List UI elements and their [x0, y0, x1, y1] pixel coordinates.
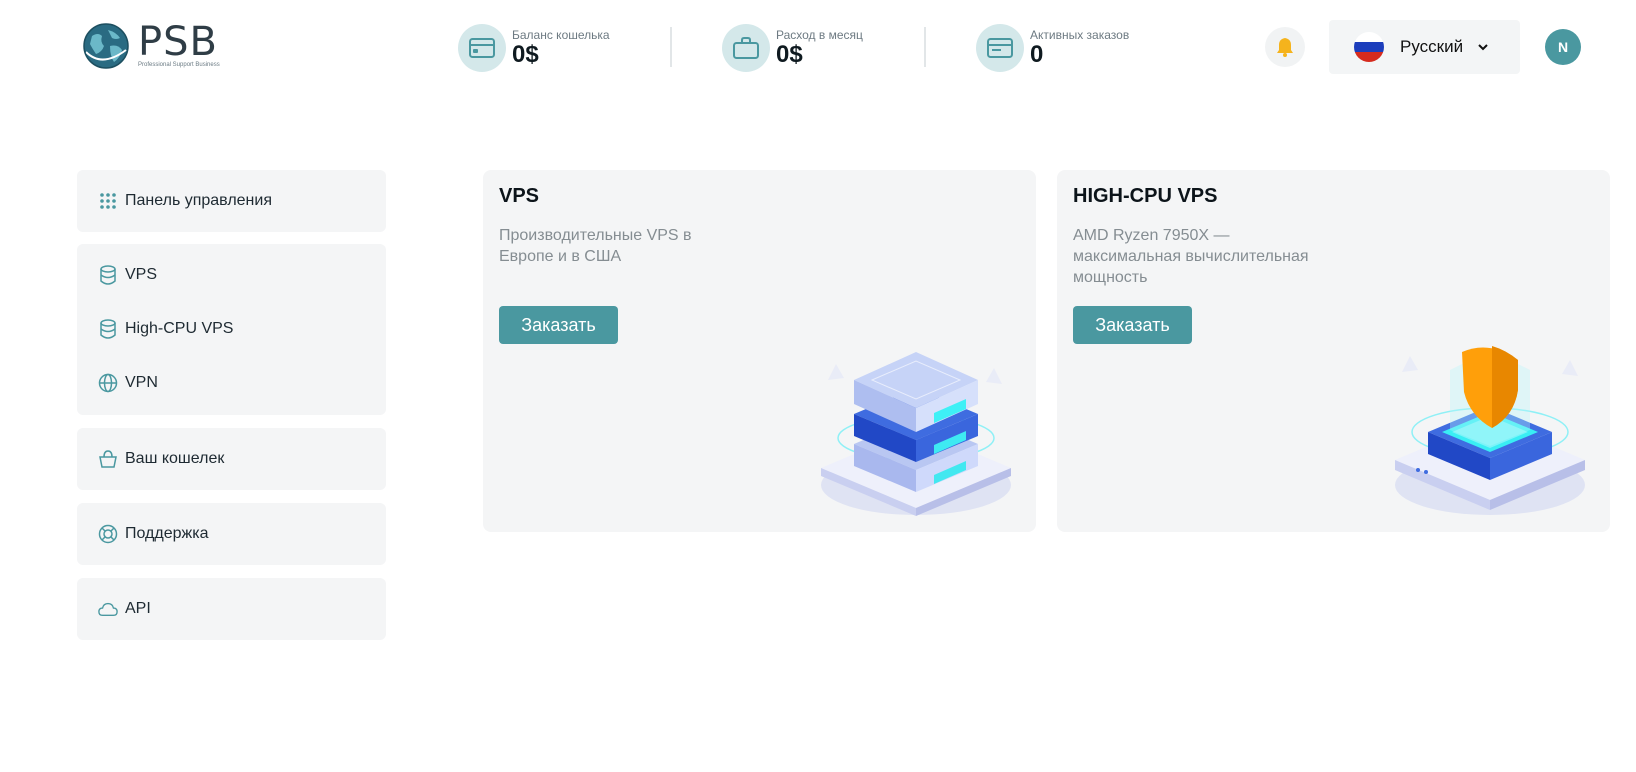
card-description: AMD Ryzen 7950X — максимальная вычислите… [1073, 227, 1309, 286]
stat-label: Баланс кошелька [512, 28, 610, 42]
stat-value: 0$ [776, 41, 803, 68]
product-card-vps: VPS Производительные VPS в Европе и в СШ… [483, 170, 1036, 532]
sidebar-item-label: VPN [125, 374, 158, 391]
stat-monthly-spend: Расход в месяц 0$ [722, 23, 863, 73]
sidebar-services-group: VPS High-CPU VPS VPN [77, 244, 386, 415]
sidebar-wallet-group: Ваш кошелек [77, 428, 386, 490]
globe-icon [98, 373, 118, 393]
sidebar-item-wallet[interactable]: Ваш кошелек [77, 432, 386, 486]
stat-divider [670, 27, 672, 67]
top-header: PSB Professional Support Business Баланс… [0, 0, 1636, 94]
sidebar-item-high-cpu-vps[interactable]: High-CPU VPS [77, 302, 386, 356]
product-card-high-cpu-vps: HIGH-CPU VPS AMD Ryzen 7950X — максималь… [1057, 170, 1610, 532]
stat-label: Расход в месяц [776, 28, 863, 42]
sidebar-item-label: Поддержка [125, 525, 209, 542]
sidebar-item-support[interactable]: Поддержка [77, 507, 386, 561]
language-label: Русский [1400, 37, 1464, 56]
database-icon [100, 265, 116, 285]
russia-flag-icon [1354, 32, 1384, 62]
order-vps-button[interactable]: Заказать [499, 306, 618, 344]
card-title: HIGH-CPU VPS [1073, 185, 1218, 207]
logo-tagline: Professional Support Business [138, 62, 220, 68]
sidebar-item-label: Ваш кошелек [125, 450, 225, 467]
sidebar-item-label: API [125, 600, 151, 617]
psb-logo[interactable]: PSB Professional Support Business [82, 20, 232, 72]
basket-icon [99, 450, 117, 468]
sidebar-item-label: Панель управления [125, 192, 272, 209]
stat-label: Активных заказов [1030, 28, 1130, 42]
lifebuoy-icon [98, 524, 118, 544]
shield-platform-illustration [1395, 346, 1585, 515]
cloud-icon [98, 602, 118, 617]
stat-wallet-balance: Баланс кошелька 0$ [458, 23, 610, 73]
sidebar-item-dashboard[interactable]: Панель управления [77, 174, 386, 228]
logo-word: PSB [138, 19, 218, 65]
stat-divider [924, 27, 926, 67]
server-stack-illustration [821, 352, 1011, 516]
database-icon [100, 319, 116, 339]
stat-active-orders: Активных заказов 0 [976, 23, 1129, 73]
sidebar-item-label: High-CPU VPS [125, 320, 234, 337]
sidebar-api-group: API [77, 578, 386, 640]
sidebar-item-api[interactable]: API [77, 582, 386, 636]
sidebar-item-label: VPS [125, 266, 158, 283]
bell-icon [1277, 38, 1293, 57]
language-select[interactable]: Русский [1329, 20, 1520, 74]
card-title: VPS [499, 185, 540, 207]
notifications-button[interactable] [1265, 27, 1305, 67]
credit-card-icon [469, 38, 495, 58]
sidebar-item-vpn[interactable]: VPN [77, 356, 386, 410]
briefcase-icon [733, 37, 759, 59]
grid-dots-icon [100, 193, 116, 209]
card-description: Производительные VPS в Европе и в США [499, 227, 692, 265]
sidebar-item-vps[interactable]: VPS [77, 248, 386, 302]
sidebar-support-group: Поддержка [77, 503, 386, 565]
user-avatar[interactable]: N [1545, 29, 1581, 65]
sidebar-dashboard-group: Панель управления [77, 170, 386, 232]
chevron-down-icon [1478, 44, 1488, 51]
card-list-icon [987, 38, 1013, 58]
stat-value: 0$ [512, 41, 539, 68]
stat-value: 0 [1030, 41, 1044, 68]
globe-logo-icon [83, 23, 129, 69]
order-high-cpu-vps-button[interactable]: Заказать [1073, 306, 1192, 344]
